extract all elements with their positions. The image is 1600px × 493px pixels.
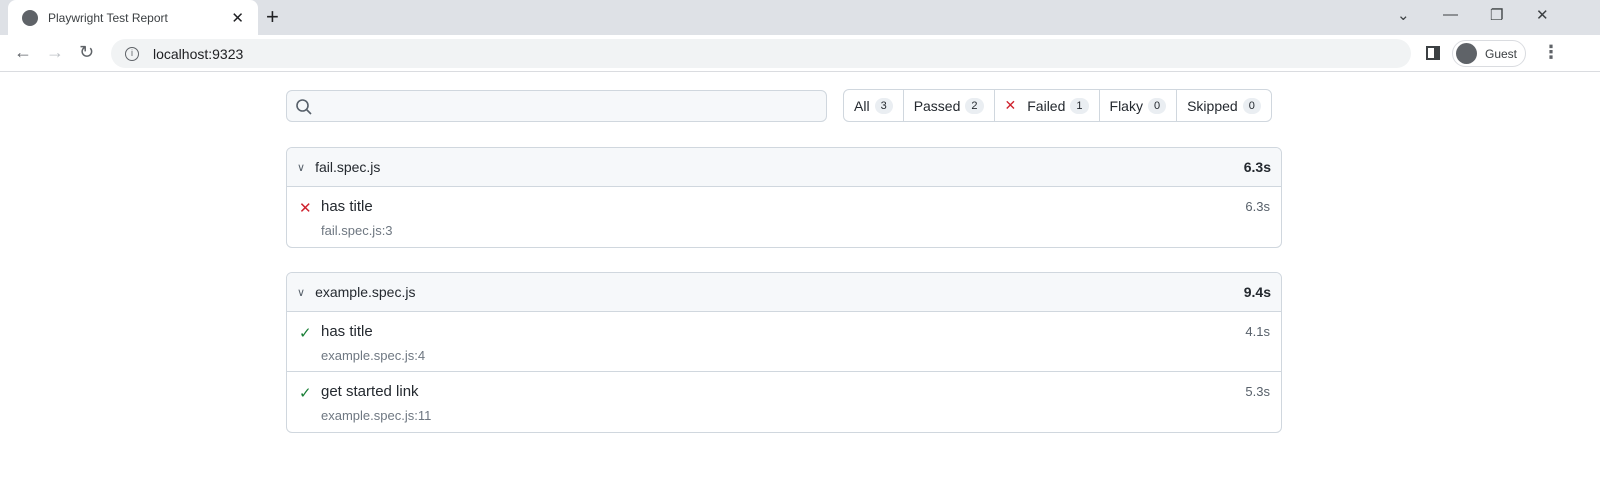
filter-label: Passed	[913, 97, 961, 114]
minimize-button[interactable]: —	[1443, 6, 1458, 23]
test-title[interactable]: get started link	[321, 383, 419, 400]
filter-count: 1	[1070, 97, 1089, 114]
filter-label: Skipped	[1187, 97, 1238, 114]
failed-icon: ✕	[299, 200, 312, 217]
file-duration: 6.3s	[1243, 159, 1271, 175]
more-menu-icon[interactable]: ⋮	[1542, 42, 1560, 63]
filter-count: 0	[1242, 97, 1261, 114]
test-location: example.spec.js:11	[321, 408, 432, 423]
close-window-button[interactable]: ✕	[1536, 6, 1549, 24]
test-duration: 5.3s	[1245, 384, 1270, 399]
filter-label: Failed	[1027, 97, 1066, 114]
filter-flaky[interactable]: Flaky 0	[1100, 90, 1178, 121]
filter-count: 2	[965, 97, 984, 114]
file-name: fail.spec.js	[315, 159, 381, 175]
file-group: ∨ fail.spec.js 6.3s ✕ has title fail.spe…	[286, 147, 1282, 248]
test-title[interactable]: has title	[321, 323, 373, 340]
back-button[interactable]: ←	[14, 42, 32, 63]
test-row[interactable]: ✓ has title example.spec.js:4 4.1s	[287, 312, 1281, 372]
filter-count: 3	[874, 97, 893, 114]
check-icon: ✓	[299, 385, 312, 402]
filter-all[interactable]: All 3	[844, 90, 904, 121]
file-group-header[interactable]: ∨ fail.spec.js 6.3s	[287, 148, 1281, 187]
browser-toolbar: ← → ↻ i localhost:9323 Guest ⋮	[0, 35, 1600, 72]
side-panel-icon[interactable]	[1426, 46, 1440, 60]
filter-skipped[interactable]: Skipped 0	[1177, 90, 1271, 121]
filter-count: 0	[1147, 97, 1167, 114]
test-duration: 4.1s	[1245, 324, 1270, 339]
test-location: fail.spec.js:3	[321, 223, 393, 238]
chevron-down-icon: ∨	[297, 161, 306, 174]
file-group-header[interactable]: ∨ example.spec.js 9.4s	[287, 273, 1281, 312]
x-icon: ✕	[1004, 97, 1017, 113]
filter-passed[interactable]: Passed 2	[904, 90, 995, 121]
status-filter: All 3 Passed 2 ✕ Failed 1 Flaky 0 Skipped 0	[843, 89, 1272, 122]
forward-button[interactable]: →	[46, 42, 64, 63]
restore-button[interactable]: ❐	[1490, 6, 1503, 24]
filter-label: All	[854, 97, 870, 114]
globe-icon	[22, 9, 38, 26]
address-bar[interactable]: i localhost:9323	[111, 39, 1411, 68]
test-row[interactable]: ✓ get started link example.spec.js:11 5.…	[287, 372, 1281, 432]
url-text: localhost:9323	[153, 45, 244, 62]
tab-title: Playwright Test Report	[48, 10, 168, 25]
avatar-icon	[1456, 43, 1477, 64]
search-icon	[296, 99, 312, 115]
filter-label: Flaky	[1109, 97, 1143, 114]
profile-button[interactable]: Guest	[1452, 40, 1526, 67]
tab-search-icon[interactable]: ⌄	[1397, 6, 1410, 24]
test-row[interactable]: ✕ has title fail.spec.js:3 6.3s	[287, 187, 1281, 247]
tab-strip: Playwright Test Report ✕ + ⌄ — ❐ ✕	[0, 0, 1600, 35]
test-duration: 6.3s	[1245, 199, 1270, 214]
browser-tab[interactable]: Playwright Test Report ✕	[8, 0, 258, 35]
profile-label: Guest	[1485, 46, 1518, 61]
reload-button[interactable]: ↻	[79, 42, 94, 63]
file-group: ∨ example.spec.js 9.4s ✓ has title examp…	[286, 272, 1282, 433]
file-duration: 9.4s	[1243, 284, 1271, 300]
file-name: example.spec.js	[315, 284, 416, 300]
close-tab-icon[interactable]: ✕	[231, 9, 244, 27]
check-icon: ✓	[299, 325, 312, 342]
filter-failed[interactable]: ✕ Failed 1	[995, 90, 1100, 121]
search-input[interactable]	[286, 90, 827, 122]
test-location: example.spec.js:4	[321, 348, 426, 363]
test-title[interactable]: has title	[321, 198, 373, 215]
chevron-down-icon: ∨	[297, 286, 306, 299]
info-icon[interactable]: i	[125, 46, 139, 61]
new-tab-button[interactable]: +	[266, 4, 279, 30]
